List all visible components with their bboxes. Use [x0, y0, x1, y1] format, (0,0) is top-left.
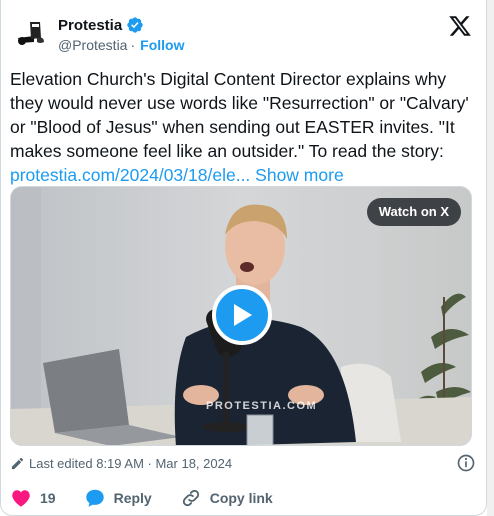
like-button[interactable]: 19 [10, 487, 56, 509]
tweet-body: Elevation Church's Digital Content Direc… [10, 69, 474, 161]
verified-badge-icon [127, 17, 143, 33]
account-name[interactable]: Protestia [58, 17, 122, 34]
tweet-text: Elevation Church's Digital Content Direc… [10, 67, 480, 187]
copy-link-button[interactable]: Copy link [180, 487, 273, 509]
account-handle[interactable]: @Protestia [58, 37, 127, 53]
name-line: Protestia [58, 16, 144, 34]
tweet-header: Protestia @Protestia · Follow [10, 12, 476, 56]
avatar[interactable] [10, 12, 52, 54]
like-count: 19 [40, 490, 56, 506]
video-player[interactable]: PROTESTIA.COM Watch on X [10, 186, 472, 446]
follow-button[interactable]: Follow [140, 37, 184, 53]
page-scroll-edge [487, 0, 494, 516]
link-icon [182, 489, 199, 507]
protestia-logo-icon [10, 12, 52, 54]
reply-label: Reply [113, 490, 152, 506]
story-link[interactable]: protestia.com/2024/03/18/ele... [10, 165, 250, 185]
x-logo-icon[interactable] [448, 14, 472, 38]
play-button[interactable] [212, 285, 272, 345]
reply-button[interactable]: Reply [84, 487, 152, 509]
handle-line: @Protestia · Follow [58, 37, 184, 53]
watch-on-x-button[interactable]: Watch on X [366, 198, 461, 226]
video-watermark: PROTESTIA.COM [206, 400, 317, 412]
info-icon[interactable] [456, 453, 476, 473]
tweet-meta: Last edited 8:19 AM · Mar 18, 2024 [10, 453, 476, 473]
heart-icon [12, 490, 30, 507]
copy-link-label: Copy link [209, 490, 273, 506]
action-bar: 19 Reply Copy link [10, 486, 301, 510]
pencil-icon [11, 457, 24, 469]
show-more-link[interactable]: Show more [255, 165, 344, 185]
tweet-card: Protestia @Protestia · Follow Elevation … [0, 0, 487, 516]
play-icon [234, 304, 252, 326]
reply-bubble-icon [85, 489, 104, 507]
separator: · [130, 37, 136, 53]
last-edited-text[interactable]: Last edited 8:19 AM · Mar 18, 2024 [29, 456, 232, 471]
